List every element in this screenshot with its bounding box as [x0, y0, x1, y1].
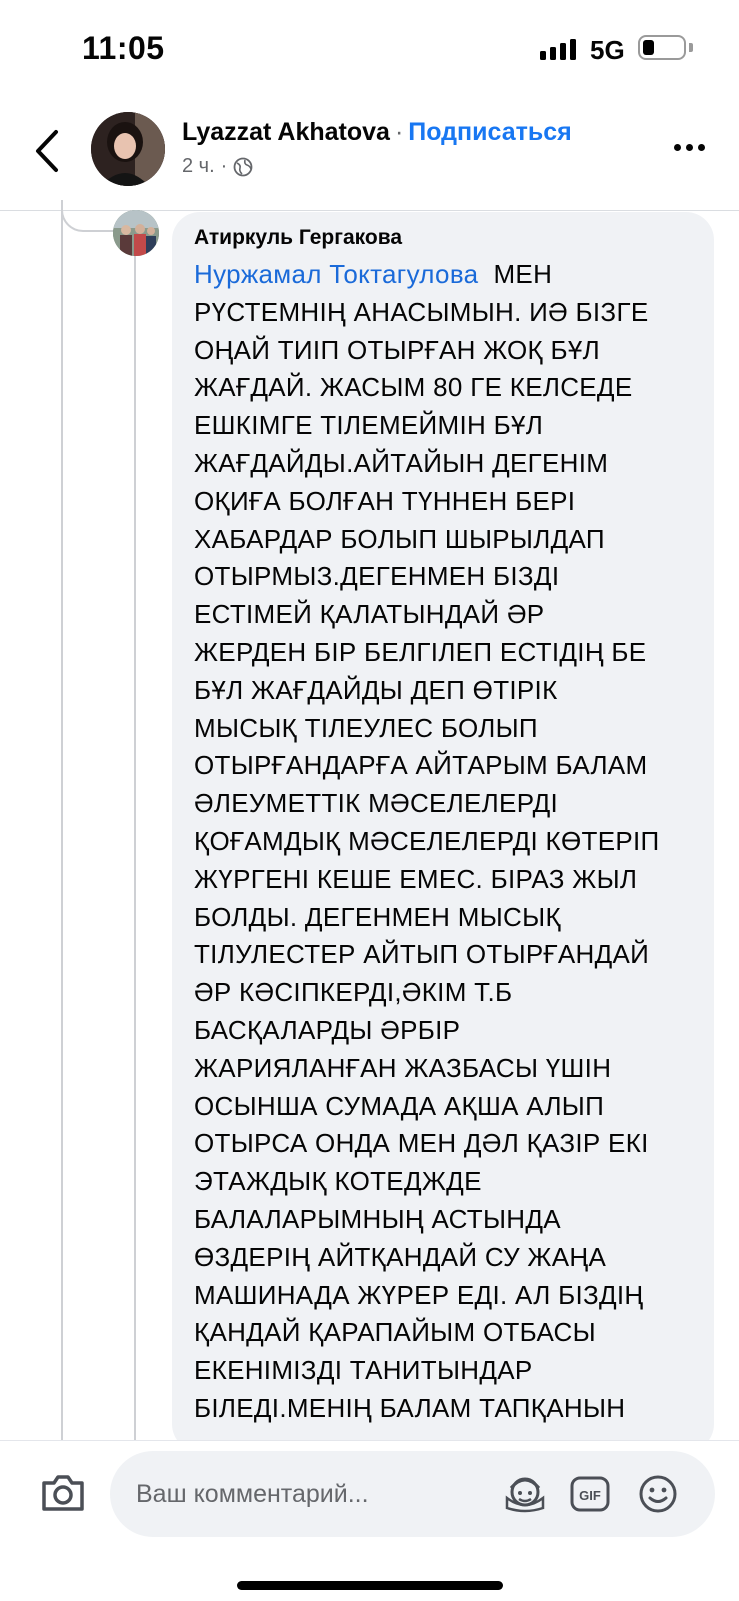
camera-button[interactable]	[40, 1473, 86, 1513]
more-dot	[698, 144, 705, 151]
battery-cap	[689, 43, 693, 52]
post-header: Lyazzat Akhatova · Подписаться 2 ч. ·	[0, 100, 739, 211]
comment-input[interactable]	[134, 1473, 468, 1515]
author-avatar[interactable]	[91, 112, 165, 186]
author-avatar-image	[91, 112, 165, 186]
thread-connector	[61, 200, 115, 232]
emoji-button[interactable]	[638, 1474, 678, 1514]
subscribe-button[interactable]: Подписаться	[408, 118, 571, 146]
thread-line	[61, 210, 63, 1440]
comment-line: МЫСЫҚ ТІЛЕУЛЕС БОЛЫП	[194, 712, 538, 743]
comment-line: БОЛДЫ. ДЕГЕНМЕН МЫСЫҚ	[194, 901, 561, 932]
comment-line: ОҢАЙ ТИІП ОТЫРҒАН ЖОҚ БҰЛ	[194, 334, 600, 365]
status-time: 11:05	[82, 30, 165, 66]
comment-line: ЭТАЖДЫҚ КОТЕДЖДЕ	[194, 1166, 482, 1197]
comment-line: БҰЛ ЖАҒДАЙДЫ ДЕП ӨТІРІК	[194, 674, 558, 705]
globe-icon	[233, 157, 253, 176]
comment-line: ҚАНДАЙ ҚАРАПАЙЫМ ОТБАСЫ	[194, 1317, 596, 1348]
comment-line: РҮСТЕМНІҢ АНАСЫМЫН. ИӘ БІЗГЕ	[194, 296, 649, 327]
comment-line: БІЛЕДІ.МЕНІҢ БАЛАМ ТАПҚАНЫН	[194, 1392, 626, 1423]
gif-icon: GIF	[570, 1476, 610, 1512]
post-meta: 2 ч. ·	[182, 155, 253, 178]
comment-line: ОСЫНША СУМАДА АҚША АЛЫП	[194, 1090, 605, 1121]
more-horizontal-icon	[674, 144, 681, 151]
comment-bubble: Атиркуль Гергакова Нуржамал Токтагулова …	[172, 212, 714, 1452]
comment-line: ЖАҒДАЙ. ЖАСЫМ 80 ГЕ КЕЛСЕДЕ	[194, 372, 633, 403]
comment-line: ТІЛУЛЕСТЕР АЙТЫП ОТЫРҒАНДАЙ	[194, 939, 650, 970]
battery-icon	[638, 35, 686, 60]
commenter-name[interactable]: Атиркуль Гергакова	[194, 226, 402, 250]
gif-label: GIF	[579, 1488, 601, 1503]
author-line: Lyazzat Akhatova · Подписаться	[182, 118, 572, 147]
comment-line: ЖАРИЯЛАНҒАН ЖАЗБАСЫ ҮШІН	[194, 1052, 612, 1083]
home-indicator[interactable]	[237, 1581, 503, 1590]
battery-level	[643, 40, 655, 55]
chevron-left-icon	[36, 130, 58, 172]
signal-icon	[540, 38, 576, 60]
comment-line: ЕШКІМГЕ ТІЛЕМЕЙМІН БҰЛ	[194, 410, 544, 441]
emoji-icon	[639, 1475, 677, 1513]
back-button[interactable]	[28, 126, 68, 176]
comment-line: ОҚИҒА БОЛҒАН ТҮННЕН БЕРІ	[194, 485, 576, 516]
commenter-avatar[interactable]	[113, 210, 159, 256]
more-options-button[interactable]	[674, 144, 705, 151]
comment-line: ӨЗДЕРІҢ АЙТҚАНДАЙ СУ ЖАҢА	[194, 1241, 607, 1272]
comment-composer: GIF	[0, 1440, 739, 1601]
status-bar: 11:05 5G	[0, 0, 739, 100]
comment-line: ӘЛЕУМЕТТІК МӘСЕЛЕЛЕРДІ	[194, 788, 559, 819]
comment-line: ЕСТІМЕЙ ҚАЛАТЫНДАЙ ӘР	[194, 599, 545, 630]
comment-line: БАЛАЛАРЫМНЫҢ АСТЫНДА	[194, 1203, 561, 1234]
comment-line: БАСҚАЛАРДЫ ӘРБІР	[194, 1014, 461, 1045]
avatar-sticker-icon	[505, 1477, 545, 1513]
comment-line: ЖАҒДАЙДЫ.АЙТАЙЫН ДЕГЕНІМ	[194, 447, 609, 478]
separator-dot: ·	[394, 118, 404, 146]
meta-separator: ·	[220, 155, 228, 177]
comment-line: МЕН	[493, 259, 553, 289]
commenter-avatar-image	[113, 210, 159, 256]
comment-line: ХАБАРДАР БОЛЫП ШЫРЫЛДАП	[194, 523, 605, 554]
network-type: 5G	[590, 35, 625, 65]
reply-thread-line	[134, 254, 136, 1440]
camera-icon	[42, 1475, 84, 1511]
comment-line: ӘР КӘСІПКЕРДІ,ӘКІМ Т.Б	[194, 977, 513, 1008]
comment-input-pill[interactable]: GIF	[110, 1451, 715, 1537]
comment-line: ЕКЕНІМІЗДІ ТАНИТЫНДАР	[194, 1355, 533, 1386]
more-dot	[686, 144, 693, 151]
comment-text: Нуржамал Токтагулова МЕН РҮСТЕМНІҢ АНАСЫМ…	[194, 256, 699, 1428]
comment-line: ҚОҒАМДЫҚ МӘСЕЛЕЛЕРДІ КӨТЕРІП	[194, 825, 660, 856]
comment-line: ОТЫРҒАНДАРҒА АЙТАРЫМ БАЛАМ	[194, 750, 648, 781]
post-time[interactable]: 2 ч.	[182, 155, 215, 178]
mention-link[interactable]: Нуржамал Токтагулова	[194, 259, 478, 289]
author-name[interactable]: Lyazzat Akhatova	[182, 118, 390, 146]
comment-line: ЖЕРДЕН БІР БЕЛГІЛЕП ЕСТІДІҢ БЕ	[194, 636, 647, 667]
gif-button[interactable]: GIF	[570, 1474, 610, 1514]
avatar-sticker-button[interactable]	[505, 1474, 545, 1514]
comment-line: МАШИНАДА ЖҮРЕР ЕДІ. АЛ БІЗДІҢ	[194, 1279, 644, 1310]
comment-line: ОТЫРСА ОНДА МЕН ДӘЛ ҚАЗІР ЕКІ	[194, 1128, 649, 1159]
comment-line: ЖҮРГЕНІ КЕШЕ ЕМЕС. БІРАЗ ЖЫЛ	[194, 863, 638, 894]
comment-line: ОТЫРМЫЗ.ДЕГЕНМЕН БІЗДІ	[194, 561, 560, 592]
